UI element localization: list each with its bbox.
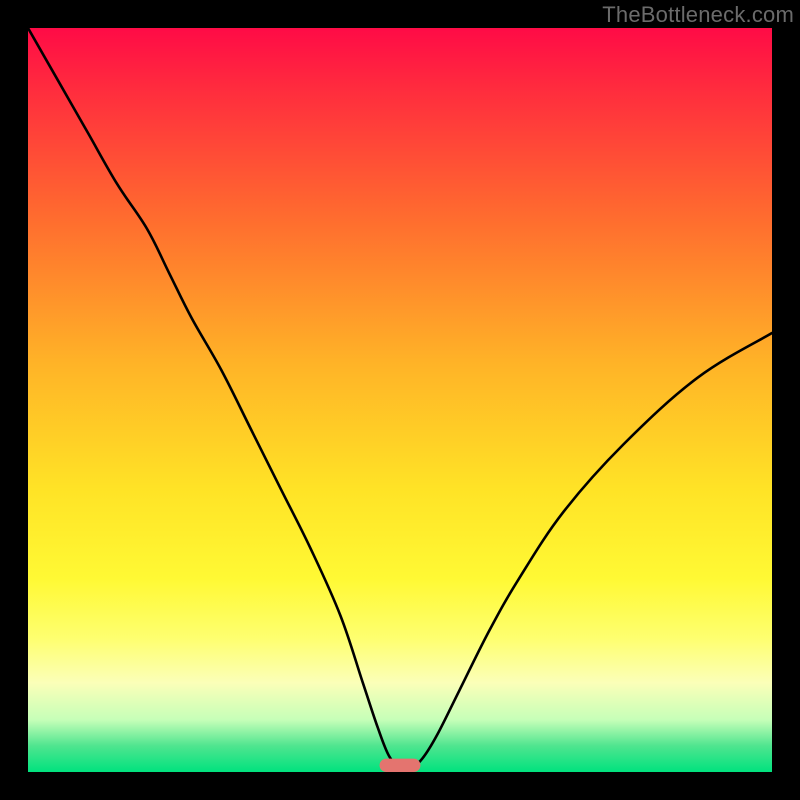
bottleneck-chart bbox=[28, 28, 772, 772]
gradient-background bbox=[28, 28, 772, 772]
chart-frame: TheBottleneck.com bbox=[0, 0, 800, 800]
optimal-zone-marker bbox=[380, 759, 421, 772]
plot-area bbox=[28, 28, 772, 772]
watermark-text: TheBottleneck.com bbox=[602, 2, 794, 28]
